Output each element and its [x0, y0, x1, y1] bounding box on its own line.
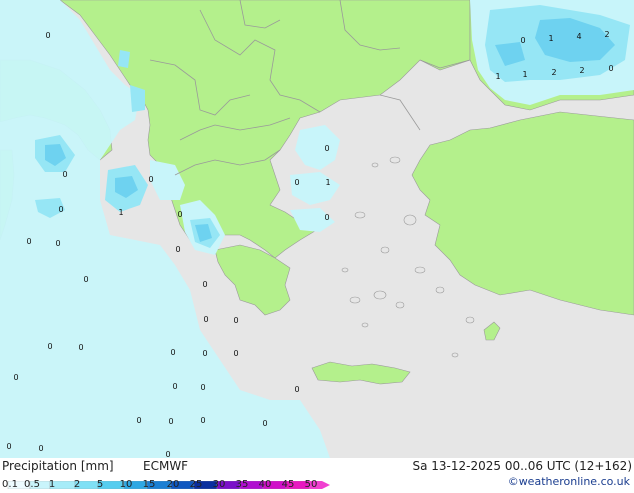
precip-label: 0	[520, 36, 525, 45]
precip-label: 2	[551, 68, 556, 77]
scale-tick-label: 0.5	[24, 479, 40, 490]
scale-tick-label: 0.1	[2, 479, 18, 490]
precip-label: 1	[495, 72, 500, 81]
precip-label: 0	[608, 64, 613, 73]
precip-label: 0	[203, 315, 208, 324]
precip-label: 1	[118, 208, 123, 217]
precip-label: 0	[172, 382, 177, 391]
credit-link[interactable]: ©weatheronline.co.uk	[508, 475, 630, 488]
precip-label: 0	[168, 417, 173, 426]
scale-tick-label: 10	[119, 479, 133, 490]
precip-label: 0	[148, 175, 153, 184]
scale-tick-label: 25	[189, 479, 203, 490]
scale-tick-label: 20	[166, 479, 180, 490]
precip-label: 0	[324, 213, 329, 222]
precip-label: 0	[294, 178, 299, 187]
precip-label: 0	[38, 444, 43, 453]
scale-tick-label: 15	[142, 479, 156, 490]
scale-tick-label: 50	[304, 479, 318, 490]
precip-label: 2	[579, 66, 584, 75]
precip-label: 1	[325, 178, 330, 187]
precip-label: 0	[170, 348, 175, 357]
scale-tick-label: 35	[235, 479, 249, 490]
precip-label: 0	[58, 205, 63, 214]
map-canvas: 0 0 1 4 2 1 1 2 2 0 0 0 0 0 1 0 1 0 0 0 0 0 0 0 0 0 0 0 0 0 0 0 0 0 0 0 0 0 0 0…	[0, 0, 634, 458]
precip-label: 4	[576, 32, 581, 41]
precip-label: 0	[45, 31, 50, 40]
scale-tick-label: 40	[258, 479, 272, 490]
forecast-datetime: Sa 13-12-2025 00..06 UTC (12+162)	[412, 459, 632, 473]
precip-label: 0	[233, 349, 238, 358]
precip-label: 0	[55, 239, 60, 248]
precip-label: 1	[522, 70, 527, 79]
precip-label: 0	[136, 416, 141, 425]
precip-label: 0	[202, 280, 207, 289]
scale-tick-label: 45	[281, 479, 295, 490]
precip-label: 0	[6, 442, 11, 451]
scale-tick-label: 1	[48, 479, 56, 490]
precip-label: 0	[78, 343, 83, 352]
precip-label: 0	[262, 419, 267, 428]
scale-tick-label: 30	[212, 479, 226, 490]
precip-label: 0	[233, 316, 238, 325]
scale-tick-label: 2	[73, 479, 81, 490]
precip-label: 0	[177, 210, 182, 219]
precip-label: 0	[83, 275, 88, 284]
precip-label: 2	[604, 30, 609, 39]
footer: Precipitation [mm] ECMWF Sa 13-12-2025 0…	[0, 458, 634, 490]
precip-label: 0	[294, 385, 299, 394]
precip-label: 1	[548, 34, 553, 43]
precip-label: 0	[13, 373, 18, 382]
precip-label: 0	[26, 237, 31, 246]
precip-label: 0	[324, 144, 329, 153]
model-name: ECMWF	[143, 459, 189, 473]
precip-label: 0	[202, 349, 207, 358]
scale-tick-label: 5	[96, 479, 104, 490]
precip-label: 0	[165, 450, 170, 458]
precip-label: 0	[200, 383, 205, 392]
precip-label: 0	[175, 245, 180, 254]
precip-label: 0	[47, 342, 52, 351]
precip-label: 0	[62, 170, 67, 179]
precip-label: 0	[200, 416, 205, 425]
map-title: Precipitation [mm]	[2, 459, 114, 473]
precipitation-map: 0 0 1 4 2 1 1 2 2 0 0 0 0 0 1 0 1 0 0 0 0 0 0 0 0 0 0 0 0 0 0 0 0 0 0 0 0 0 0 0…	[0, 0, 634, 458]
